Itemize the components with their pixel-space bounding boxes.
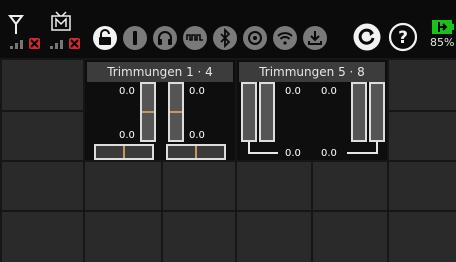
widget-slot[interactable] <box>389 112 456 160</box>
widget-slot[interactable] <box>237 212 311 262</box>
vertical-trim-bar <box>351 82 367 142</box>
svg-text:?: ? <box>398 28 408 48</box>
bluetooth-icon[interactable] <box>212 25 238 51</box>
trim-panel-title: Trimmungen 5 · 8 <box>239 62 385 82</box>
target-icon[interactable] <box>242 25 268 51</box>
headphones-icon[interactable] <box>152 25 178 51</box>
trim-marker <box>170 111 182 113</box>
help-icon[interactable]: ? <box>388 22 418 52</box>
trim-value: 0.0 <box>189 86 205 97</box>
battery-percent: 85% <box>430 36 455 49</box>
vertical-trim-bar <box>369 82 385 142</box>
connector-line <box>248 152 278 154</box>
connector-line <box>347 152 378 154</box>
refresh-icon[interactable] <box>352 22 382 52</box>
trim-value: 0.0 <box>321 148 337 159</box>
widget-slot[interactable] <box>2 60 83 110</box>
widget-grid: Trimmungen 1 · 4 0.0 0.0 0.0 0.0 Trimmun… <box>0 58 456 262</box>
widget-slot[interactable] <box>389 162 456 210</box>
trim-value: 0.0 <box>321 86 337 97</box>
trim-panel-2[interactable]: Trimmungen 5 · 8 0.0 0.0 0.0 0.0 <box>237 60 387 160</box>
trim-value: 0.0 <box>285 148 301 159</box>
trim-marker <box>195 146 197 158</box>
trim-panel-1[interactable]: Trimmungen 1 · 4 0.0 0.0 0.0 0.0 <box>85 60 235 160</box>
widget-slot[interactable] <box>237 162 311 210</box>
trim-value: 0.0 <box>119 130 135 141</box>
horizontal-trim-bar <box>94 144 154 160</box>
trim-marker <box>123 146 125 158</box>
widget-slot[interactable] <box>85 212 161 262</box>
widget-slot[interactable] <box>2 212 83 262</box>
wifi-icon[interactable] <box>272 25 298 51</box>
trim-value: 0.0 <box>189 130 205 141</box>
unlock-icon[interactable] <box>92 25 118 51</box>
horizontal-trim-bar <box>166 144 226 160</box>
trim-panel-title: Trimmungen 1 · 4 <box>87 62 233 82</box>
widget-slot[interactable] <box>163 212 235 262</box>
widget-slot[interactable] <box>163 162 235 210</box>
trim-value: 0.0 <box>119 86 135 97</box>
widget-slot[interactable] <box>313 212 387 262</box>
download-icon[interactable] <box>302 25 328 51</box>
vertical-trim-bar <box>140 82 156 142</box>
trim-marker <box>142 111 154 113</box>
antenna-signal-icon[interactable] <box>6 10 42 52</box>
widget-slot[interactable] <box>389 212 456 262</box>
battery-icon <box>432 19 454 34</box>
top-bar: ? 85% <box>0 0 456 58</box>
vertical-trim-bar <box>241 82 257 142</box>
tx-monitor-signal-icon[interactable] <box>46 10 82 52</box>
vertical-trim-bar <box>168 82 184 142</box>
widget-slot[interactable] <box>85 162 161 210</box>
widget-slot[interactable] <box>2 112 83 160</box>
trim-value: 0.0 <box>285 86 301 97</box>
vertical-trim-bar <box>259 82 275 142</box>
widget-slot[interactable] <box>389 60 456 110</box>
info-icon[interactable] <box>122 25 148 51</box>
widget-slot[interactable] <box>2 162 83 210</box>
waveform-icon[interactable] <box>182 25 208 51</box>
widget-slot[interactable] <box>313 162 387 210</box>
